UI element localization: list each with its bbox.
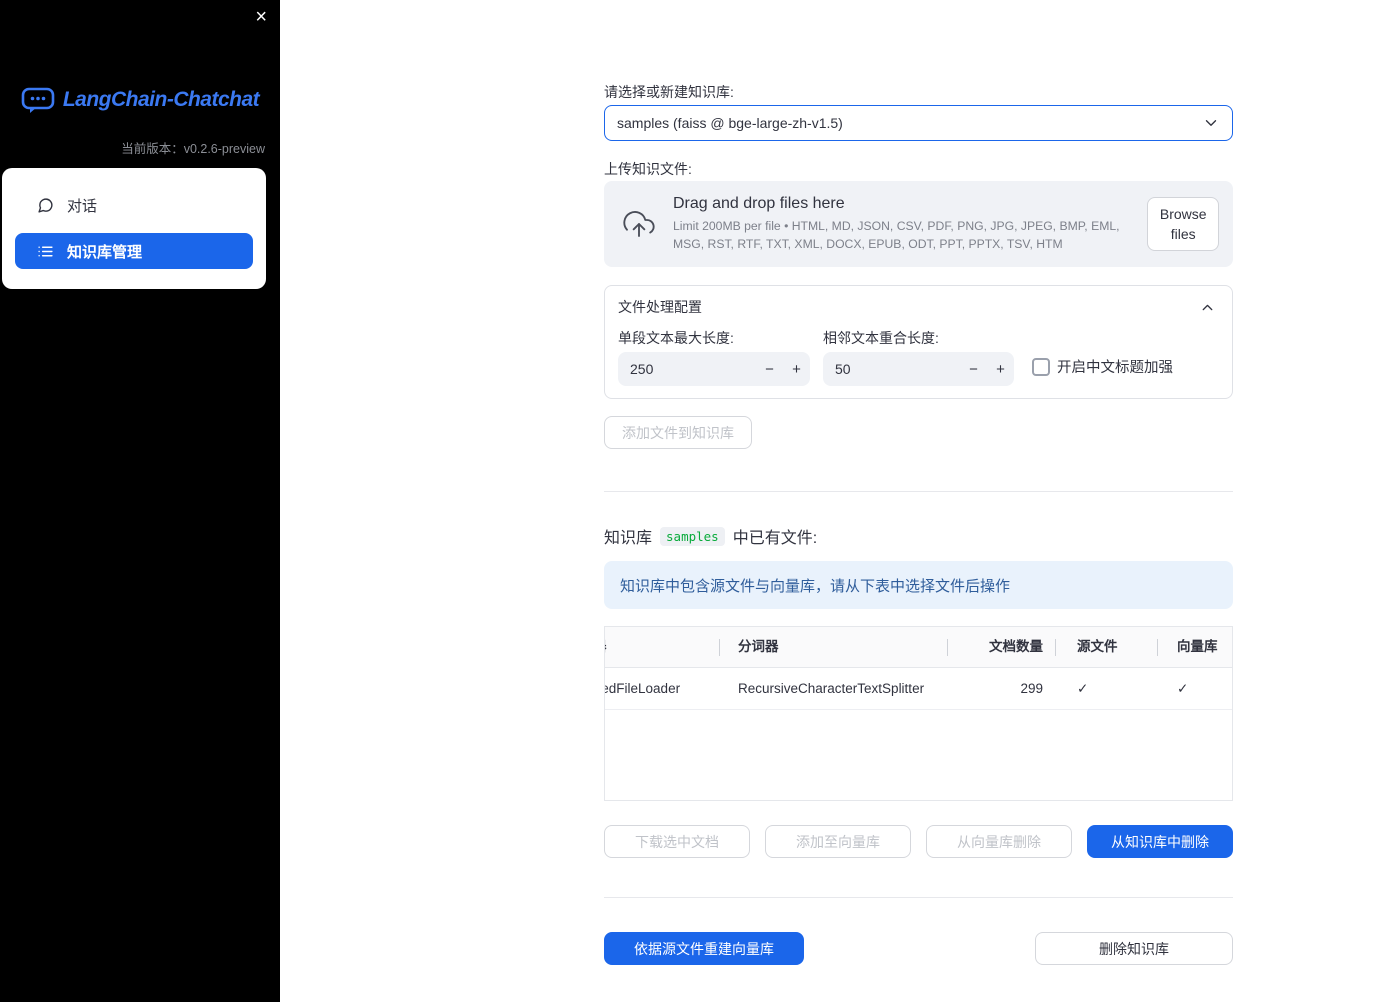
expander-header[interactable]: 文件处理配置 xyxy=(605,286,1232,317)
cell-splitter: RecursiveCharacterTextSplitter xyxy=(738,681,925,696)
file-config-expander: 文件处理配置 单段文本最大长度: 相邻文本重合长度: 250 − + 50 − … xyxy=(604,285,1233,399)
table-header-source-file[interactable]: 源文件 xyxy=(1056,627,1158,667)
delete-kb-button[interactable]: 删除知识库 xyxy=(1035,932,1233,965)
divider xyxy=(604,491,1233,492)
file-dropzone[interactable]: Drag and drop files here Limit 200MB per… xyxy=(604,181,1233,267)
existing-files-heading: 知识库 samples 中已有文件: xyxy=(604,524,817,548)
info-banner: 知识库中包含源文件与向量库，请从下表中选择文件后操作 xyxy=(604,561,1233,609)
table-header-splitter[interactable]: 分词器 xyxy=(720,627,948,667)
sidebar-item-label: 知识库管理 xyxy=(67,243,143,261)
table-header-row: 文档加载器 分词器 文档数量 源文件 向量库 xyxy=(605,627,1232,668)
minus-icon[interactable]: − xyxy=(756,352,783,386)
version-label: 当前版本：v0.2.6-preview xyxy=(121,142,265,156)
cloud-upload-icon xyxy=(620,208,658,240)
cell-vector-store-check: ✓ xyxy=(1177,680,1189,696)
delete-from-vector-store-button[interactable]: 从向量库删除 xyxy=(926,825,1072,858)
upload-label: 上传知识文件: xyxy=(604,161,692,177)
sidebar: × LangChain-Chatchat 当前版本：v0.2.6-preview xyxy=(0,0,280,1002)
max-length-value[interactable]: 250 xyxy=(618,361,756,377)
expander-title: 文件处理配置 xyxy=(618,299,702,315)
chevron-up-icon xyxy=(1199,299,1216,316)
info-banner-text: 知识库中包含源文件与向量库，请从下表中选择文件后操作 xyxy=(620,577,1011,595)
table-header-doc-count[interactable]: 文档数量 xyxy=(948,627,1056,667)
table-header-loader[interactable]: 文档加载器 xyxy=(605,627,720,667)
cell-source-file-check: ✓ xyxy=(1077,680,1089,696)
checkbox-box[interactable] xyxy=(1032,357,1050,376)
browse-files-button[interactable]: Browse files xyxy=(1147,196,1219,252)
table-row[interactable]: UnstructuredFileLoader RecursiveCharacte… xyxy=(605,668,1232,710)
logo-text: LangChain-Chatchat xyxy=(62,88,260,111)
sidebar-menu: 对话 知识库管理 xyxy=(2,168,266,289)
overlap-length-label: 相邻文本重合长度: xyxy=(823,330,939,346)
logo: LangChain-Chatchat xyxy=(0,86,280,114)
table-header-vector-store[interactable]: 向量库 xyxy=(1158,627,1232,667)
sidebar-close-icon[interactable]: × xyxy=(255,4,267,30)
cell-doc-count: 299 xyxy=(1020,681,1043,696)
kb-select-dropdown[interactable]: samples (faiss @ bge-large-zh-v1.5) xyxy=(604,105,1233,141)
checkbox-label: 开启中文标题加强 xyxy=(1057,360,1173,376)
overlap-length-stepper[interactable]: 50 − + xyxy=(823,352,1014,386)
plus-icon[interactable]: + xyxy=(783,352,810,386)
minus-icon[interactable]: − xyxy=(960,352,987,386)
sidebar-item-label: 对话 xyxy=(67,197,98,215)
chinese-title-enhance-checkbox[interactable]: 开启中文标题加强 xyxy=(1032,356,1173,377)
existing-files-suffix: 中已有文件: xyxy=(732,530,818,547)
rebuild-vector-store-button[interactable]: 依据源文件重建向量库 xyxy=(604,932,804,965)
max-length-stepper[interactable]: 250 − + xyxy=(618,352,810,386)
kb-select-value: samples (faiss @ bge-large-zh-v1.5) xyxy=(617,115,843,131)
dropzone-texts: Drag and drop files here Limit 200MB per… xyxy=(673,195,1147,252)
kb-name-code: samples xyxy=(660,526,725,546)
download-selected-button[interactable]: 下载选中文档 xyxy=(604,825,750,858)
app-window: × LangChain-Chatchat 当前版本：v0.2.6-preview xyxy=(0,0,1380,1002)
overlap-length-value[interactable]: 50 xyxy=(823,361,960,377)
plus-icon[interactable]: + xyxy=(987,352,1014,386)
upload-limit-text: Limit 200MB per file • HTML, MD, JSON, C… xyxy=(673,219,1120,251)
list-icon xyxy=(37,243,54,260)
logo-chat-icon xyxy=(21,86,55,114)
add-files-to-kb-button[interactable]: 添加文件到知识库 xyxy=(604,416,752,449)
kb-files-table[interactable]: 文档加载器 分词器 文档数量 源文件 向量库 UnstructuredFileL… xyxy=(604,626,1233,801)
sidebar-item-dialogue[interactable]: 对话 xyxy=(15,187,253,223)
existing-files-prefix: 知识库 xyxy=(604,530,653,547)
cell-loader: UnstructuredFileLoader xyxy=(605,681,681,696)
drag-drop-text: Drag and drop files here xyxy=(673,195,845,213)
sidebar-item-knowledge-base[interactable]: 知识库管理 xyxy=(15,233,253,269)
add-to-vector-store-button[interactable]: 添加至向量库 xyxy=(765,825,911,858)
chat-bubble-icon xyxy=(37,197,54,214)
delete-from-kb-button[interactable]: 从知识库中删除 xyxy=(1087,825,1233,858)
max-length-label: 单段文本最大长度: xyxy=(618,330,734,346)
chevron-down-icon xyxy=(1202,114,1220,132)
divider xyxy=(604,897,1233,898)
kb-select-label: 请选择或新建知识库: xyxy=(604,84,734,100)
